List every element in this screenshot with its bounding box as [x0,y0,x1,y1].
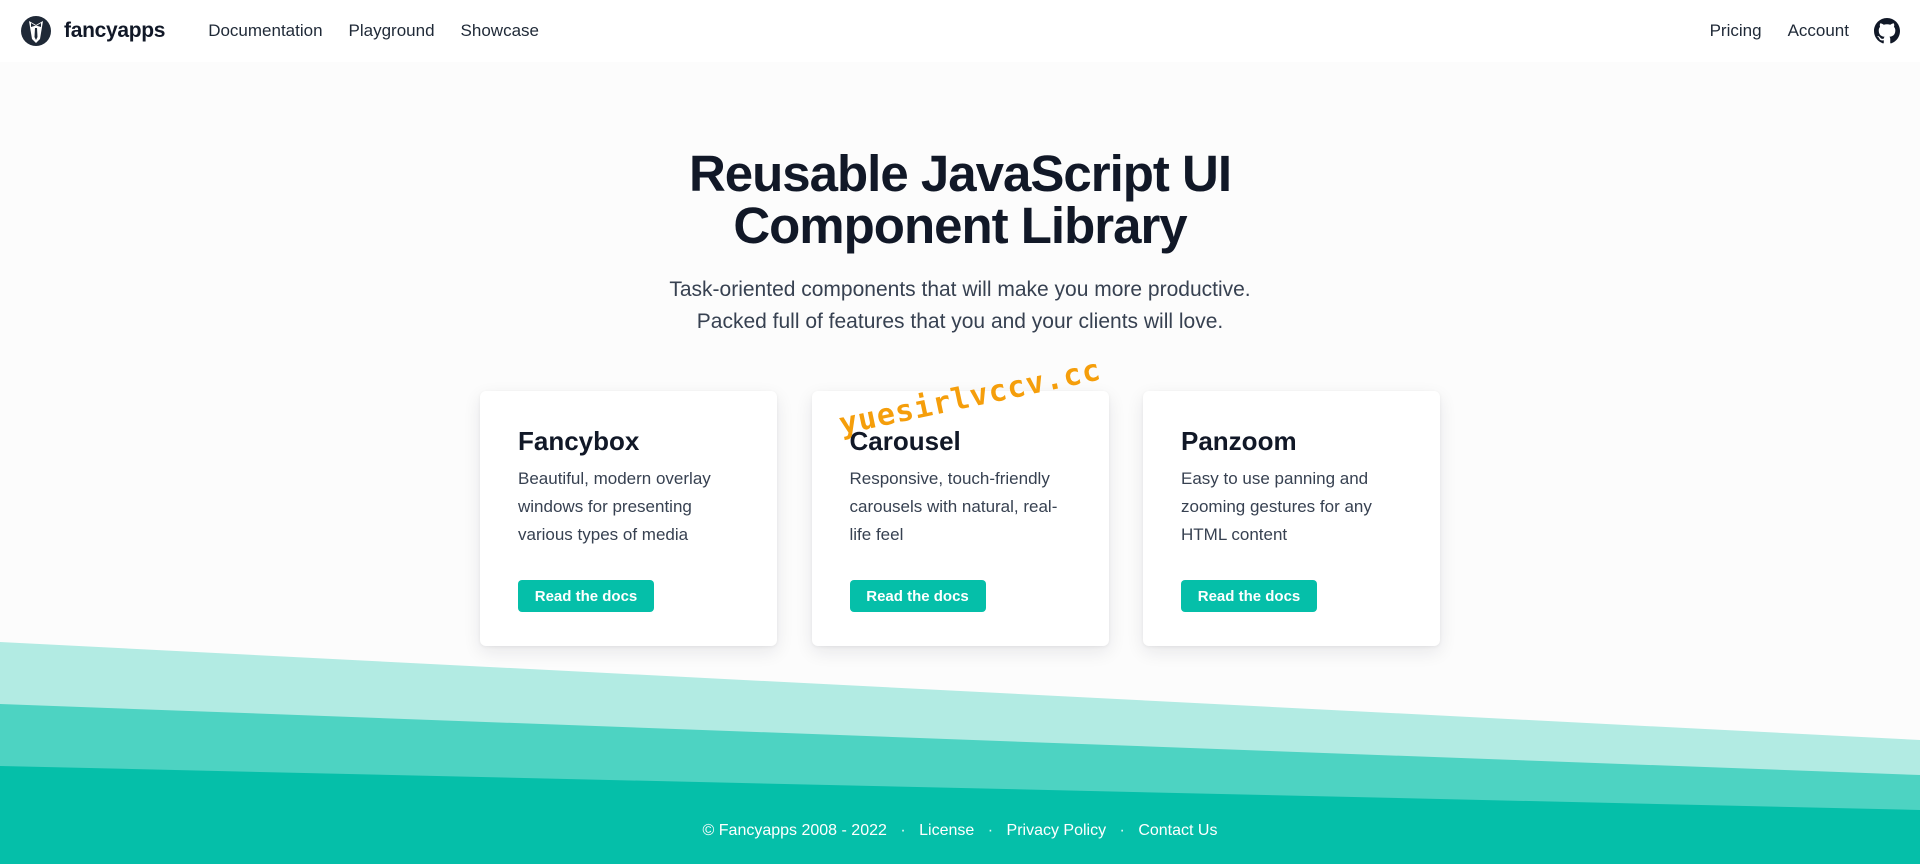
footer-privacy-link[interactable]: Privacy Policy [1007,822,1107,839]
hero-section: Reusable JavaScript UI Component Library… [0,148,1920,338]
card-title: Panzoom [1181,426,1297,456]
nav-documentation[interactable]: Documentation [195,13,335,49]
hero-title-line2: Component Library [733,197,1187,254]
site-header: fancyapps Documentation Playground Showc… [0,0,1920,62]
card-title: Carousel [849,426,961,456]
footer-separator: · [1119,822,1125,839]
footer-separator: · [987,822,994,839]
brand-link[interactable]: fancyapps [20,15,165,47]
product-cards: Fancybox Beautiful, modern overlay windo… [480,391,1440,646]
nav-playground[interactable]: Playground [336,13,448,49]
footer-license-link[interactable]: License [919,822,974,839]
carousel-read-docs-button[interactable]: Read the docs [849,580,986,612]
card-description: Responsive, touch-friendly carousels wit… [849,469,1058,544]
nav-showcase[interactable]: Showcase [448,13,552,49]
secondary-nav: Pricing Account [1697,13,1900,49]
nav-account[interactable]: Account [1775,13,1862,49]
footer-copyright: © Fancyapps 2008 - 2022 [702,822,887,839]
footer-contact-link[interactable]: Contact Us [1138,822,1217,839]
nav-pricing[interactable]: Pricing [1697,13,1775,49]
hero-subtitle-line2: Packed full of features that you and you… [696,310,1224,333]
hero-title-line1: Reusable JavaScript UI [688,145,1232,202]
footer-separator: · [900,822,906,839]
card-description: Easy to use panning and zooming gestures… [1181,469,1372,544]
site-footer: © Fancyapps 2008 - 2022 · License · Priv… [0,822,1920,840]
card-panzoom: Panzoom Easy to use panning and zooming … [1143,391,1440,646]
card-carousel: Carousel Responsive, touch-friendly caro… [811,391,1109,646]
primary-nav: Documentation Playground Showcase [195,13,552,49]
card-title: Fancybox [518,426,640,456]
hero-title: Reusable JavaScript UI Component Library [0,148,1920,252]
tuxedo-logo-icon [20,15,52,47]
brand-name: fancyapps [64,19,166,42]
github-icon[interactable] [1874,18,1900,44]
card-description: Beautiful, modern overlay windows for pr… [518,469,711,544]
panzoom-read-docs-button[interactable]: Read the docs [1181,580,1317,612]
hero-subtitle: Task-oriented components that will make … [0,274,1920,338]
card-fancybox: Fancybox Beautiful, modern overlay windo… [480,391,777,646]
fancybox-read-docs-button[interactable]: Read the docs [518,580,654,612]
hero-subtitle-line1: Task-oriented components that will make … [669,278,1251,301]
